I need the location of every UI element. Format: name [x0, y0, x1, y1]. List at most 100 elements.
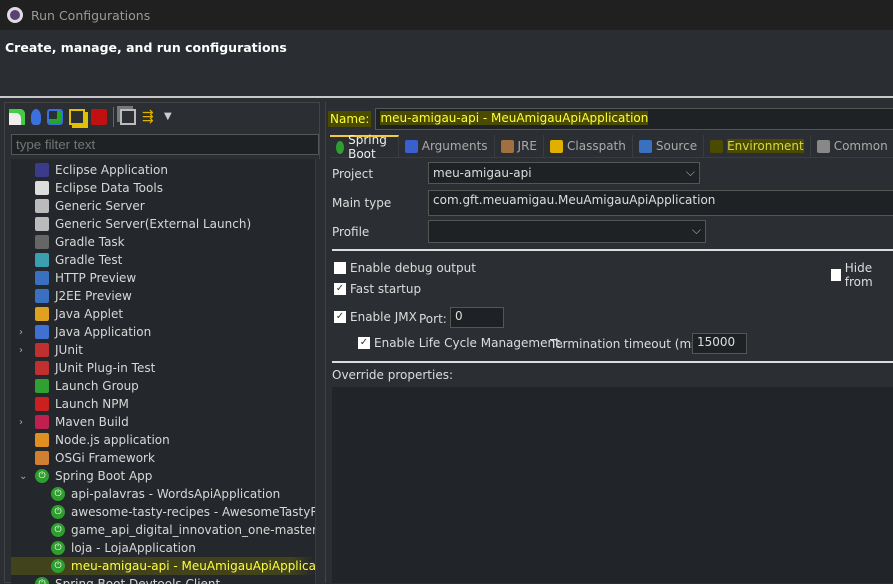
filter-icon[interactable]: ⇶ — [142, 109, 158, 125]
tree-item-label: HTTP Preview — [55, 271, 137, 285]
tree-item[interactable]: JUnit Plug-in Test — [11, 359, 315, 377]
check-icon: ✓ — [334, 311, 346, 323]
spring-boot-icon: ⏻ — [51, 523, 65, 537]
dropdown-arrow-icon[interactable]: ▼ — [164, 109, 180, 125]
new-prototype-icon[interactable] — [31, 109, 41, 125]
new-config-icon[interactable] — [9, 109, 25, 125]
http-preview-icon — [35, 271, 49, 285]
maven-icon — [35, 415, 49, 429]
tree-item[interactable]: Launch NPM — [11, 395, 315, 413]
delete-icon[interactable] — [91, 109, 107, 125]
tree-item[interactable]: OSGi Framework — [11, 449, 315, 467]
tab-arguments[interactable]: Arguments — [399, 135, 495, 157]
collapse-all-icon[interactable] — [120, 109, 136, 125]
tree-item[interactable]: Node.js application — [11, 431, 315, 449]
divider — [0, 96, 893, 98]
port-label: Port: — [419, 312, 447, 326]
tree-item-label: Generic Server — [55, 199, 145, 213]
fast-startup-checkbox[interactable]: ✓ Fast startup — [334, 282, 421, 296]
tree-item-label: meu-amigau-api - MeuAmigauApiApplication — [71, 559, 315, 573]
profile-combo[interactable]: ⌵ — [428, 220, 706, 243]
chevron-right-icon[interactable]: › — [19, 327, 23, 338]
project-combo[interactable]: meu-amigau-api ⌵ — [428, 162, 700, 184]
tree-child-item[interactable]: ⏻ game_api_digital_innovation_one-master … — [11, 521, 315, 539]
java-applet-icon — [35, 307, 49, 321]
port-input[interactable]: 0 — [450, 307, 504, 328]
chevron-down-icon[interactable]: ⌄ — [19, 471, 27, 482]
config-list-panel: ⇶ ▼ Eclipse Application Eclipse Data Tool… — [4, 102, 321, 584]
tree-item[interactable]: HTTP Preview — [11, 269, 315, 287]
tab-source[interactable]: Source — [633, 135, 705, 157]
junit-plugin-icon — [35, 361, 49, 375]
tree-item-label: game_api_digital_innovation_one-master -… — [71, 523, 315, 537]
tree-item-label: Java Applet — [55, 307, 124, 321]
tab-common[interactable]: Common — [811, 135, 893, 157]
arguments-icon — [404, 139, 418, 153]
header-title: Create, manage, and run configurations — [5, 40, 287, 55]
timeout-value: 15000 — [697, 335, 736, 349]
toolbar: ⇶ ▼ — [5, 103, 319, 131]
chevron-right-icon[interactable]: › — [19, 417, 23, 428]
tree-item[interactable]: Generic Server — [11, 197, 315, 215]
tree-item[interactable]: › Java Application — [11, 323, 315, 341]
name-label: Name: — [328, 111, 372, 127]
main-type-input[interactable]: com.gft.meuamigau.MeuAmigauApiApplicatio… — [428, 190, 893, 216]
override-properties-table[interactable] — [332, 387, 893, 583]
tree-item[interactable]: Eclipse Data Tools — [11, 179, 315, 197]
tab-classpath[interactable]: Classpath — [544, 135, 633, 157]
tree-item-label: Launch NPM — [55, 397, 129, 411]
tree-item-label: Eclipse Application — [55, 163, 168, 177]
tree-scrollbar[interactable] — [315, 159, 321, 584]
checkbox-icon — [334, 262, 346, 274]
spring-boot-icon — [336, 140, 345, 154]
chevron-right-icon[interactable]: › — [19, 345, 23, 356]
tree-child-item[interactable]: ⏻ api-palavras - WordsApiApplication — [11, 485, 315, 503]
tree-item[interactable]: ⌄ ⏻ Spring Boot App — [11, 467, 315, 485]
tree-item-label: Gradle Task — [55, 235, 125, 249]
tree-item[interactable]: › JUnit — [11, 341, 315, 359]
lifecycle-label: Enable Life Cycle Management. — [374, 336, 564, 350]
tree-child-item[interactable]: ⏻ awesome-tasty-recipes - AwesomeTastyRec… — [11, 503, 315, 521]
tree-child-item[interactable]: ⏻ meu-amigau-api - MeuAmigauApiApplicatio… — [11, 557, 315, 575]
tree-item[interactable]: Gradle Task — [11, 233, 315, 251]
tree-child-item[interactable]: ⏻ loja - LojaApplication — [11, 539, 315, 557]
tab-label: Arguments — [421, 139, 488, 153]
tree-item[interactable]: Generic Server(External Launch) — [11, 215, 315, 233]
tab-spring-boot[interactable]: Spring Boot — [330, 133, 399, 161]
tree-item[interactable]: Gradle Test — [11, 251, 315, 269]
divider — [332, 249, 893, 251]
tree-item-label: J2EE Preview — [55, 289, 132, 303]
tree-item-label: Generic Server(External Launch) — [55, 217, 252, 231]
export-icon[interactable] — [47, 109, 63, 125]
jmx-checkbox[interactable]: ✓ Enable JMX — [334, 310, 417, 324]
tree-item[interactable]: Eclipse Application — [11, 161, 315, 179]
duplicate-icon[interactable] — [69, 109, 85, 125]
tree-item-label: JUnit — [55, 343, 83, 357]
spring-boot-icon: ⏻ — [51, 559, 65, 573]
name-input[interactable]: meu-amigau-api - MeuAmigauApiApplication — [375, 108, 893, 130]
name-value: meu-amigau-api - MeuAmigauApiApplication — [380, 111, 649, 125]
tree-item-label: Maven Build — [55, 415, 129, 429]
spring-boot-icon: ⏻ — [51, 541, 65, 555]
checkbox-icon — [831, 269, 841, 281]
tree-item[interactable]: › Maven Build — [11, 413, 315, 431]
server-icon — [35, 199, 49, 213]
filter-input[interactable] — [11, 134, 319, 155]
tree-item[interactable]: Java Applet — [11, 305, 315, 323]
tree-item-label: Node.js application — [55, 433, 170, 447]
timeout-input[interactable]: 15000 — [692, 333, 747, 354]
debug-checkbox[interactable]: Enable debug output — [334, 261, 476, 275]
tree-item-label: loja - LojaApplication — [71, 541, 196, 555]
tree-item[interactable]: J2EE Preview — [11, 287, 315, 305]
tree-item[interactable]: Launch Group — [11, 377, 315, 395]
junit-icon — [35, 343, 49, 357]
config-tabs: Spring Boot Arguments JRE Classpath Source En… — [330, 133, 893, 161]
lifecycle-checkbox[interactable]: ✓ Enable Life Cycle Management. — [358, 336, 564, 350]
j2ee-preview-icon — [35, 289, 49, 303]
tab-jre[interactable]: JRE — [495, 135, 544, 157]
tab-environment[interactable]: Environment — [704, 135, 811, 157]
npm-icon — [35, 397, 49, 411]
nodejs-icon — [35, 433, 49, 447]
hide-checkbox[interactable]: Hide from — [831, 261, 893, 289]
window-title: Run Configurations — [31, 7, 151, 23]
